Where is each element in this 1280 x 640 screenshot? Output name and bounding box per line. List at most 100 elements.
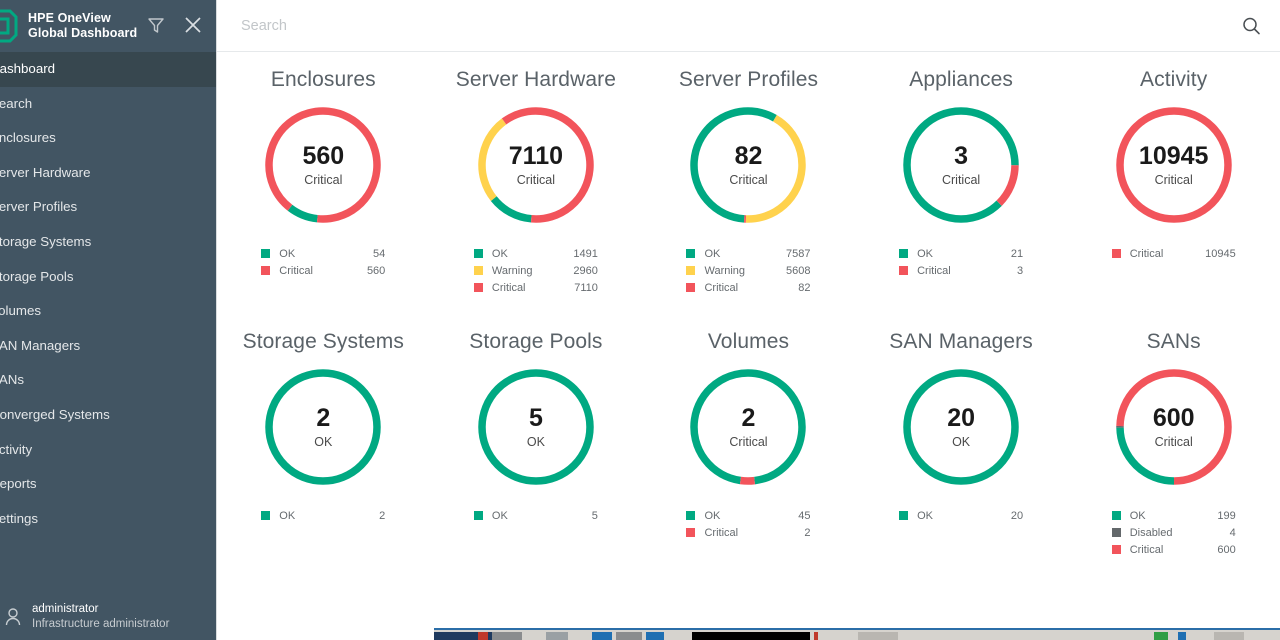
legend-label: Warning [491,264,533,277]
legend-color-swatch [473,266,483,275]
donut-chart: 2 Critical [684,363,812,491]
legend-row[interactable]: OK 1491 [473,245,598,262]
legend-row[interactable]: Critical 600 [1111,541,1236,558]
sidebar-item-reports[interactable]: Reports [0,467,216,502]
legend-label: Critical [1129,543,1164,556]
dashboard-card[interactable]: Storage Pools 5 OK OK 5 [430,324,643,586]
donut-value: 2 [741,404,756,432]
donut-status-label: OK [952,435,971,449]
card-title: Server Profiles [678,68,819,91]
legend-row[interactable]: Critical 2 [686,524,810,541]
card-title: Storage Systems [242,330,404,353]
sidebar-header-actions [145,14,204,36]
sidebar-item-san-managers[interactable]: SAN Managers [0,329,216,364]
legend-label: Critical [491,281,526,294]
sidebar-item-label: Storage Systems [0,233,92,249]
legend-value: 2 [804,526,811,539]
filter-icon[interactable] [145,14,167,36]
sidebar-item-enclosures[interactable]: Enclosures [0,121,216,156]
sidebar-item-label: Server Profiles [0,199,78,215]
legend-label: Warning [704,264,746,277]
sidebar-item-sans[interactable]: SANs [0,363,216,398]
sidebar-item-dashboard[interactable]: Dashboard [0,52,216,87]
donut-center-text: 5 OK [472,363,600,491]
dashboard-card[interactable]: Server Profiles 82 Critical OK 7587 Warning 56… [642,62,855,324]
legend-row[interactable]: Critical 82 [686,279,810,296]
sidebar-item-converged-systems[interactable]: Converged Systems [0,398,216,433]
donut-chart: 2 OK [259,363,387,491]
dashboard-card[interactable]: SAN Managers 20 OK OK 20 [855,324,1068,586]
sidebar-item-storage-pools[interactable]: Storage Pools [0,260,216,295]
legend-row[interactable]: Critical 10945 [1111,245,1236,262]
donut-status-label: Critical [729,173,768,187]
card-title: Storage Pools [469,330,603,353]
sidebar-item-server-hardware[interactable]: Server Hardware [0,156,216,191]
legend-row[interactable]: OK 20 [899,507,1023,524]
legend-row[interactable]: Critical 560 [261,262,385,279]
sidebar-item-label: Reports [0,476,37,492]
legend-row[interactable]: Disabled 4 [1111,524,1236,541]
legend-row[interactable]: OK 7587 [686,245,810,262]
legend-value: 560 [366,264,386,277]
legend-row[interactable]: Warning 5608 [686,262,810,279]
app-title: HPE OneView Global Dashboard [20,11,137,41]
sidebar-item-label: Activity [0,441,33,457]
dashboard-card[interactable]: Storage Systems 2 OK OK 2 [217,324,430,586]
legend-row[interactable]: Critical 3 [899,262,1023,279]
sidebar-item-volumes[interactable]: Volumes [0,294,216,329]
legend-color-swatch [1111,249,1121,258]
user-role: Infrastructure administrator [32,618,170,630]
sidebar-user-profile[interactable]: administrator Infrastructure administrat… [0,602,217,632]
close-icon[interactable] [182,14,204,36]
sidebar-item-search[interactable]: Search [0,87,216,122]
legend-label: Disabled [1129,526,1173,539]
card-title: Enclosures [270,68,376,91]
sidebar-item-storage-systems[interactable]: Storage Systems [0,225,216,260]
donut-chart: 7110 Critical [472,101,600,229]
sidebar-header: HPE OneView Global Dashboard [0,0,216,52]
legend-row[interactable]: OK 2 [261,507,385,524]
legend-label: OK [491,509,508,522]
dashboard-card[interactable]: Server Hardware 7110 Critical OK 1491 Warning… [430,62,643,324]
legend-color-swatch [1111,528,1121,537]
sidebar-item-label: Converged Systems [0,406,110,422]
legend-color-swatch [899,511,909,520]
donut-status-label: Critical [1154,435,1193,449]
legend-label: OK [917,509,933,522]
search-input[interactable] [241,17,1240,34]
legend-row[interactable]: OK 5 [473,507,598,524]
legend-value: 2960 [573,264,598,277]
dashboard-card[interactable]: Appliances 3 Critical OK 21 Critical 3 [855,62,1068,324]
card-title: Server Hardware [455,68,616,91]
hpe-oneview-global-dashboard: HPE OneView Global Dashboard Dashboard S… [0,0,1280,640]
legend-row[interactable]: Warning 2960 [473,262,598,279]
donut-value: 600 [1152,404,1195,432]
legend-row[interactable]: OK 199 [1111,507,1236,524]
legend-color-swatch [899,266,909,275]
dashboard-card[interactable]: Enclosures 560 Critical OK 54 Critical 560 [217,62,430,324]
legend-row[interactable]: OK 45 [686,507,810,524]
hpe-element-logo-icon [0,9,20,43]
card-title: Volumes [707,330,790,353]
dashboard-card[interactable]: Activity 10945 Critical Critical 10945 [1067,62,1280,324]
sidebar-item-activity[interactable]: Activity [0,433,216,468]
legend-color-swatch [1111,545,1121,554]
donut-center-text: 7110 Critical [472,101,600,229]
sidebar-item-label: SANs [0,372,24,388]
dashboard-card[interactable]: SANs 600 Critical OK 199 Disabled 4 Critical 600 [1067,324,1280,586]
donut-value: 82 [734,142,763,170]
donut-chart: 600 Critical [1110,363,1238,491]
legend-row[interactable]: Critical 7110 [473,279,598,296]
donut-center-text: 82 Critical [684,101,812,229]
sidebar-item-server-profiles[interactable]: Server Profiles [0,190,216,225]
donut-center-text: 10945 Critical [1110,101,1238,229]
dashboard-card[interactable]: Volumes 2 Critical OK 45 Critical 2 [642,324,855,586]
sidebar-item-settings[interactable]: Settings [0,502,216,537]
donut-chart: 10945 Critical [1110,101,1238,229]
donut-center-text: 560 Critical [259,101,387,229]
legend-value: 54 [373,247,386,260]
windows-taskbar-sliver [434,628,1280,640]
search-icon[interactable] [1240,15,1262,37]
donut-status-label: OK [314,435,333,449]
legend-row[interactable]: OK 54 [261,245,385,262]
